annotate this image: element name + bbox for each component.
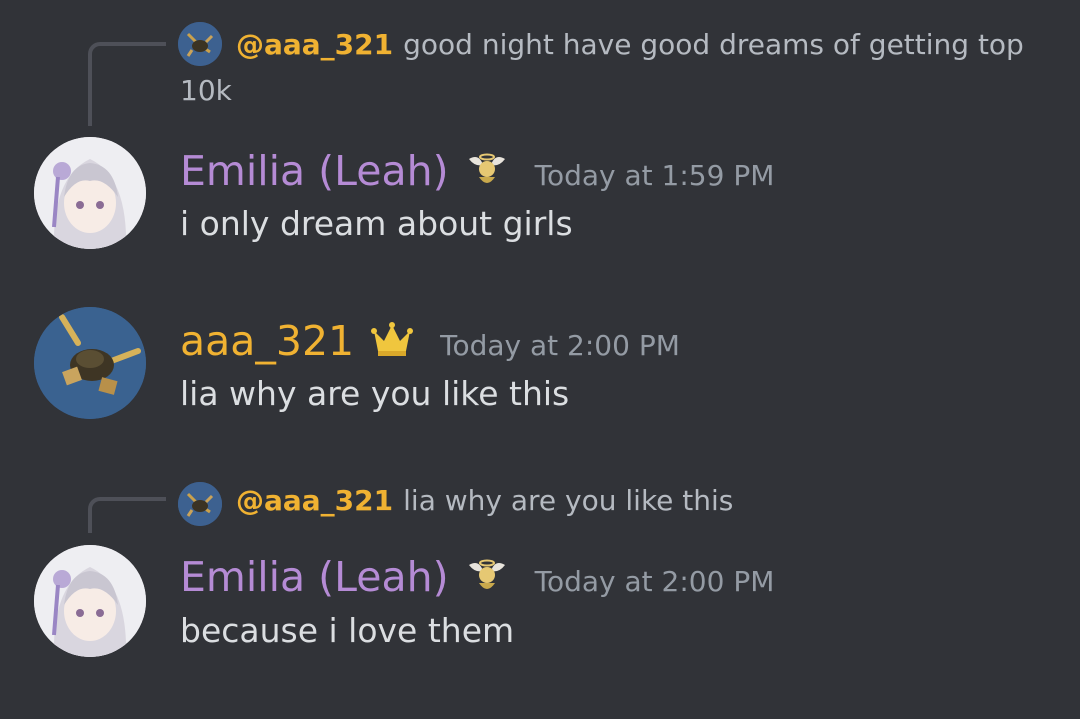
reply-preview-text: lia why are you like this (403, 484, 734, 517)
timestamp[interactable]: Today at 2:00 PM (535, 557, 775, 607)
message-header: Emilia (Leah) Today at 2:00 PM (180, 552, 774, 602)
reply-preview[interactable]: @aaa_321 lia why are you like this (236, 478, 733, 524)
username[interactable]: Emilia (Leah) (180, 146, 449, 196)
timestamp[interactable]: Today at 2:00 PM (440, 321, 680, 371)
message-content: because i love them (180, 611, 515, 650)
message-content: i only dream about girls (180, 204, 573, 243)
reply-connector-line (88, 497, 166, 533)
user-avatar[interactable] (34, 307, 146, 419)
user-avatar[interactable] (34, 137, 146, 249)
message-content: lia why are you like this (180, 374, 570, 413)
reply-avatar-icon[interactable] (178, 482, 222, 526)
timestamp[interactable]: Today at 1:59 PM (535, 151, 775, 201)
message-header: Emilia (Leah) Today at 1:59 PM (180, 146, 774, 196)
reply-mention[interactable]: @aaa_321 (236, 484, 393, 517)
crown-icon[interactable] (370, 317, 414, 361)
username[interactable]: aaa_321 (180, 316, 354, 366)
reply-preview[interactable]: @aaa_321 good night have good dreams of g… (180, 22, 1040, 114)
reply-connector-line (88, 42, 166, 126)
winged-angel-icon[interactable] (465, 147, 509, 191)
chat-message-list: @aaa_321 good night have good dreams of g… (0, 0, 1080, 719)
winged-angel-icon[interactable] (465, 553, 509, 597)
username[interactable]: Emilia (Leah) (180, 552, 449, 602)
reply-mention[interactable]: @aaa_321 (236, 28, 393, 61)
user-avatar[interactable] (34, 545, 146, 657)
message-header: aaa_321 Today at 2:00 PM (180, 316, 680, 366)
